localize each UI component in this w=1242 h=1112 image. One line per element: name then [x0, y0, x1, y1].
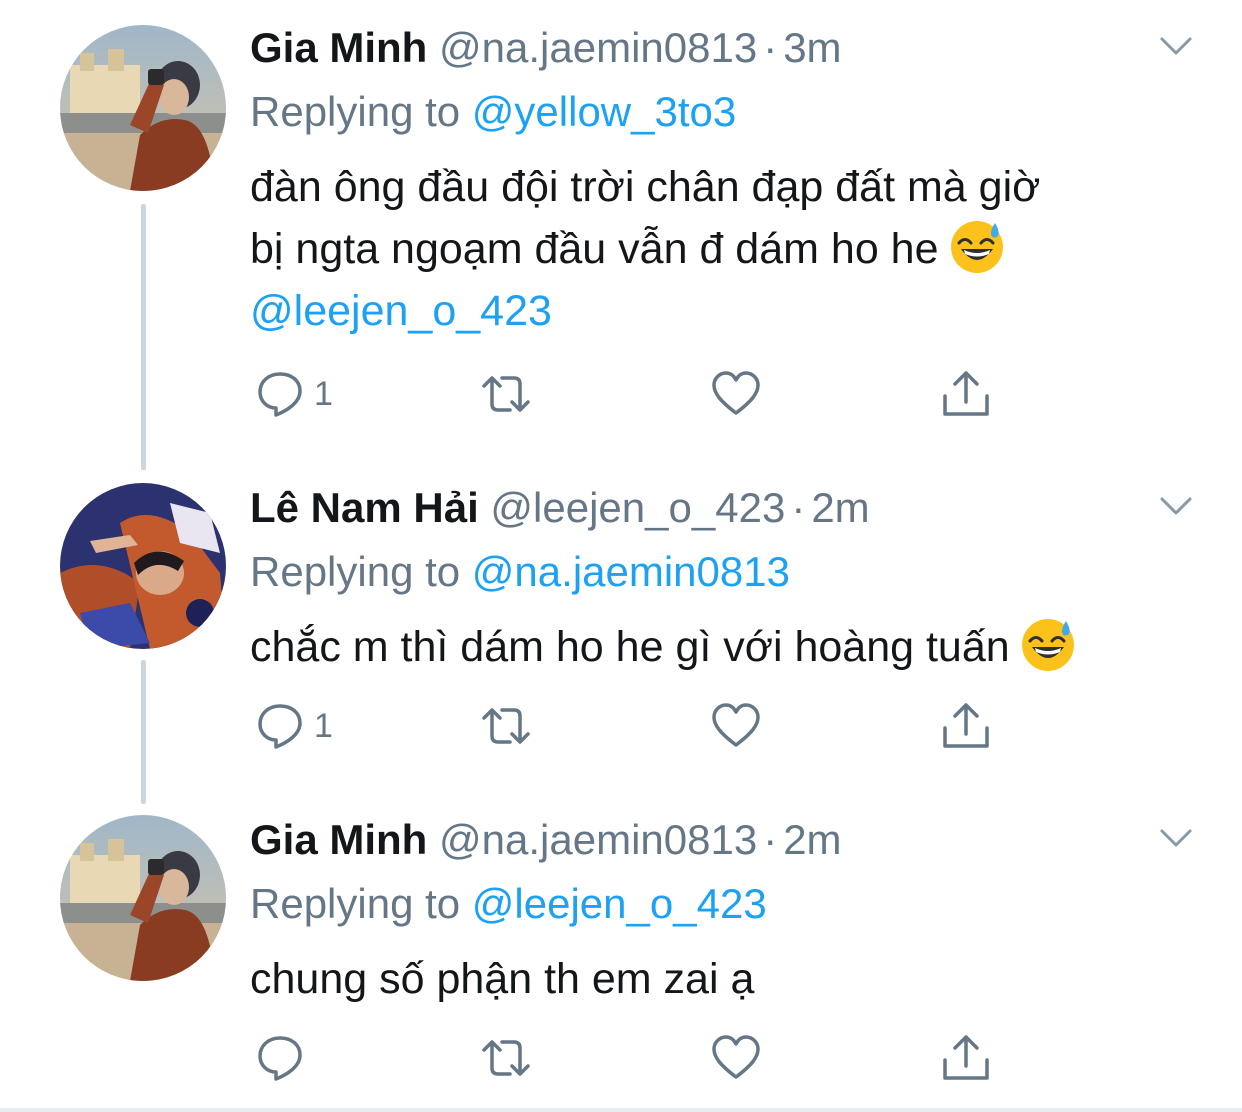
chevron-down-icon[interactable]	[1158, 494, 1194, 518]
replying-to: Replying to @leejen_o_423	[250, 878, 767, 930]
thread-line	[141, 660, 146, 804]
reply-icon	[258, 704, 302, 749]
timestamp[interactable]: 3m	[783, 24, 841, 71]
tweet-header: Gia Minh @na.jaemin0813 · 2m	[250, 814, 842, 866]
tweet-actions: 1	[250, 696, 1010, 756]
tweet-header: Lê Nam Hải @leejen_o_423 · 2m	[250, 482, 870, 534]
tweet-text-line: chung số phận th em zai ạ	[250, 955, 755, 1003]
reply-button[interactable]: 1	[254, 364, 333, 424]
share-button[interactable]	[940, 364, 992, 424]
tweet-2[interactable]: Lê Nam Hải @leejen_o_423 · 2m Replying to …	[0, 460, 1242, 804]
tweet-3[interactable]: Gia Minh @na.jaemin0813 · 2m Replying to @…	[0, 792, 1242, 1108]
avatar[interactable]	[60, 25, 226, 191]
tweet-text: chắc m thì dám ho he gì với hoàng tuấn	[250, 616, 1210, 678]
user-handle[interactable]: @leejen_o_423	[490, 484, 785, 531]
avatar-image	[60, 815, 226, 981]
heart-icon	[712, 703, 760, 747]
thread-line	[141, 204, 146, 470]
tweet-actions: 1	[250, 364, 1010, 424]
replying-mention-link[interactable]: @na.jaemin0813	[472, 548, 790, 595]
like-button[interactable]	[710, 364, 762, 424]
tweet-text: đàn ông đầu đội trời chân đạp đất mà giờ…	[250, 156, 1170, 342]
replying-prefix: Replying to	[250, 880, 461, 927]
share-button[interactable]	[940, 696, 992, 756]
share-icon	[943, 1035, 989, 1080]
avatar[interactable]	[60, 483, 226, 649]
separator-dot: ·	[791, 484, 806, 531]
retweet-icon	[482, 708, 530, 744]
separator-dot: ·	[763, 816, 778, 863]
timestamp[interactable]: 2m	[783, 816, 841, 863]
grinning-face-with-sweat-emoji	[1021, 619, 1074, 671]
tweet-1[interactable]: Gia Minh @na.jaemin0813 · 3m Replying to @…	[0, 0, 1242, 470]
avatar[interactable]	[60, 815, 226, 981]
display-name[interactable]: Lê Nam Hải	[250, 484, 479, 531]
user-handle[interactable]: @na.jaemin0813	[439, 816, 757, 863]
replying-mention-link[interactable]: @yellow_3to3	[472, 88, 736, 135]
display-name[interactable]: Gia Minh	[250, 24, 427, 71]
user-handle[interactable]: @na.jaemin0813	[439, 24, 757, 71]
avatar-image	[60, 25, 226, 191]
reply-icon	[258, 1036, 302, 1081]
retweet-icon	[482, 1040, 530, 1076]
heart-icon	[712, 1035, 760, 1079]
retweet-button[interactable]	[480, 1028, 532, 1088]
replying-to: Replying to @na.jaemin0813	[250, 546, 790, 598]
reply-count: 1	[314, 706, 333, 745]
timestamp[interactable]: 2m	[811, 484, 869, 531]
tweet-text: chung số phận th em zai ạ	[250, 948, 1170, 1010]
chevron-down-icon[interactable]	[1158, 34, 1194, 58]
mention-link[interactable]: @leejen_o_423	[250, 280, 1170, 342]
share-button[interactable]	[940, 1028, 992, 1088]
like-button[interactable]	[710, 696, 762, 756]
tweet-text-line-with-emoji: bị ngta ngoạm đầu vẫn đ dám ho he	[250, 218, 1170, 280]
chevron-down-icon[interactable]	[1158, 826, 1194, 850]
reply-count: 1	[314, 374, 333, 413]
display-name[interactable]: Gia Minh	[250, 816, 427, 863]
tweet-actions	[250, 1028, 1010, 1088]
retweet-button[interactable]	[480, 364, 532, 424]
tweet-header: Gia Minh @na.jaemin0813 · 3m	[250, 22, 842, 74]
replying-prefix: Replying to	[250, 548, 461, 595]
tweet-text-line: đàn ông đầu đội trời chân đạp đất mà giờ	[250, 163, 1041, 211]
share-icon	[943, 371, 989, 416]
replying-to: Replying to @yellow_3to3	[250, 86, 736, 138]
divider	[0, 1108, 1242, 1112]
retweet-icon	[482, 376, 530, 412]
share-icon	[943, 703, 989, 748]
reply-button[interactable]: 1	[254, 696, 333, 756]
retweet-button[interactable]	[480, 696, 532, 756]
avatar-image	[60, 483, 226, 649]
heart-icon	[712, 371, 760, 415]
separator-dot: ·	[763, 24, 778, 71]
reply-button[interactable]	[254, 1028, 306, 1088]
like-button[interactable]	[710, 1028, 762, 1088]
tweet-text-line: chắc m thì dám ho he gì với hoàng tuấn	[250, 623, 1010, 671]
replying-mention-link[interactable]: @leejen_o_423	[472, 880, 767, 927]
replying-prefix: Replying to	[250, 88, 461, 135]
grinning-face-with-sweat-emoji	[950, 221, 1003, 273]
tweet-text-line-with-emoji: chắc m thì dám ho he gì với hoàng tuấn	[250, 616, 1210, 678]
tweet-text-line: bị ngta ngoạm đầu vẫn đ dám ho he	[250, 225, 939, 273]
reply-icon	[258, 372, 302, 417]
